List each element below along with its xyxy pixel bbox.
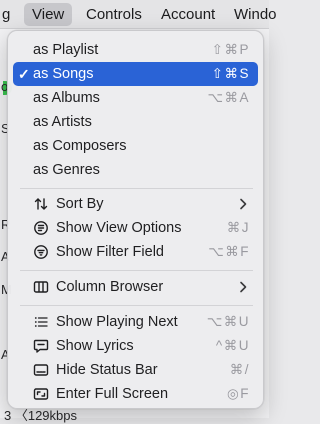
menu-item-shortcut: ⌥⌘A — [207, 90, 250, 105]
status-bar-icon — [33, 362, 49, 378]
menu-item-label: Show Filter Field — [56, 244, 164, 260]
menu-item-shortcut: ⌘/ — [229, 362, 250, 377]
menu-separator — [20, 270, 253, 271]
menu-item-show-filter-field[interactable]: Show Filter Field ⌥⌘F — [13, 240, 258, 264]
menu-item-shortcut: ⌘J — [226, 220, 250, 235]
menu-item-label: Enter Full Screen — [56, 386, 169, 402]
menu-item-label: Show Playing Next — [56, 314, 178, 330]
menu-item-shortcut: ⇧⌘S — [211, 66, 250, 81]
menu-item-shortcut: ⌥⌘U — [206, 314, 250, 329]
menu-item-label: Show View Options — [56, 220, 182, 236]
menu-item-label: as Songs — [33, 66, 94, 82]
menu-item-shortcut: ◎F — [226, 386, 250, 401]
filter-icon — [33, 244, 49, 260]
menu-item-as-genres[interactable]: as Genres — [13, 158, 258, 182]
list-icon — [33, 314, 49, 330]
column-browser-icon — [33, 279, 49, 295]
menubar-item-partial[interactable]: g — [0, 3, 18, 26]
chevron-right-icon — [238, 280, 248, 294]
view-menu: as Playlist ⇧⌘P ✓ as Songs ⇧⌘S as Albums… — [7, 30, 264, 409]
menu-item-sort-by[interactable]: Sort By — [13, 192, 258, 216]
menu-item-shortcut: ⌥⌘F — [208, 244, 250, 259]
menubar-item-window[interactable]: Windo — [226, 3, 285, 26]
lyrics-bubble-icon — [33, 338, 49, 354]
menu-item-label: as Genres — [33, 162, 100, 178]
menu-item-label: Show Lyrics — [56, 338, 134, 354]
menu-bar: g View Controls Account Windo — [0, 0, 277, 29]
menu-item-as-albums[interactable]: as Albums ⌥⌘A — [13, 86, 258, 110]
menubar-item-controls[interactable]: Controls — [78, 3, 150, 26]
menu-item-shortcut: ⇧⌘P — [211, 42, 250, 57]
menu-item-hide-status-bar[interactable]: Hide Status Bar ⌘/ — [13, 358, 258, 382]
menu-item-show-view-options[interactable]: Show View Options ⌘J — [13, 216, 258, 240]
menu-item-label: as Albums — [33, 90, 100, 106]
menu-item-label: Column Browser — [56, 279, 164, 295]
sort-arrows-icon — [33, 196, 49, 212]
menu-item-label: as Artists — [33, 114, 92, 130]
menu-item-label: Sort By — [56, 196, 104, 212]
checkmark-icon: ✓ — [18, 66, 30, 82]
menu-item-as-songs[interactable]: ✓ as Songs ⇧⌘S — [13, 62, 258, 86]
menu-item-show-playing-next[interactable]: Show Playing Next ⌥⌘U — [13, 310, 258, 334]
menu-item-as-playlist[interactable]: as Playlist ⇧⌘P — [13, 38, 258, 62]
menu-item-label: Hide Status Bar — [56, 362, 158, 378]
menubar-item-account[interactable]: Account — [153, 3, 223, 26]
menu-item-shortcut: ^⌘U — [215, 338, 250, 353]
menu-item-column-browser[interactable]: Column Browser — [13, 275, 258, 299]
menu-item-label: as Composers — [33, 138, 127, 154]
chevron-right-icon — [238, 197, 248, 211]
menu-item-as-composers[interactable]: as Composers — [13, 134, 258, 158]
menubar-item-view[interactable]: View — [24, 3, 73, 26]
menu-item-show-lyrics[interactable]: Show Lyrics ^⌘U — [13, 334, 258, 358]
menu-item-label: as Playlist — [33, 42, 99, 58]
menu-separator — [20, 188, 253, 189]
view-options-icon — [33, 220, 49, 236]
full-screen-icon — [33, 386, 49, 402]
menu-separator — [20, 305, 253, 306]
menu-item-enter-full-screen[interactable]: Enter Full Screen ◎F — [13, 382, 258, 406]
menu-item-as-artists[interactable]: as Artists — [13, 110, 258, 134]
